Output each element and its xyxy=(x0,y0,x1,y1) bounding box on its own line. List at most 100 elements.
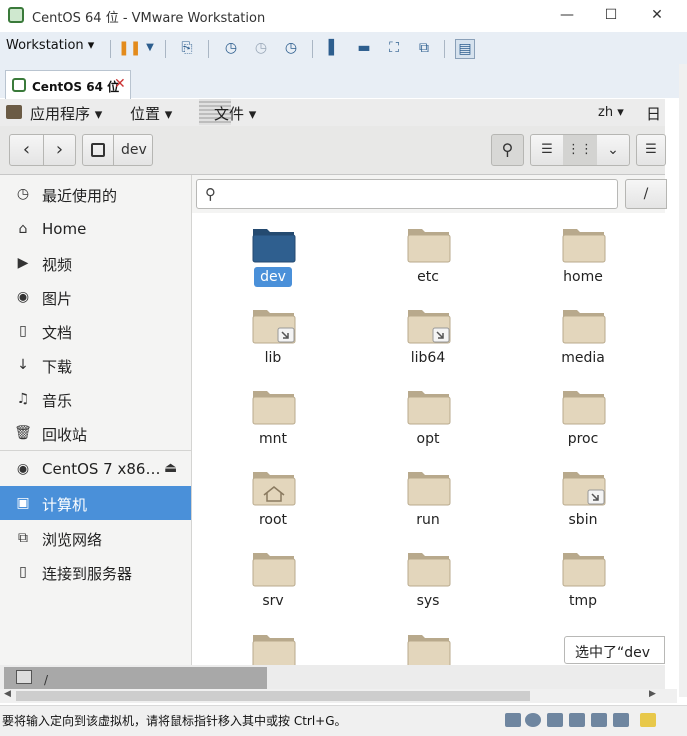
folder-icon xyxy=(252,553,296,587)
list-view-icon[interactable]: ☰ xyxy=(531,135,563,165)
window-icon xyxy=(16,670,32,684)
folder-item[interactable]: run xyxy=(393,466,463,546)
printer-icon[interactable] xyxy=(569,713,585,727)
pause-icon[interactable]: ❚❚ xyxy=(118,39,141,57)
folder-item[interactable]: mnt xyxy=(238,385,308,465)
scroll-left-icon[interactable]: ◀ xyxy=(4,689,11,699)
toolbar-divider xyxy=(444,40,445,58)
sidebar-item-downloads[interactable]: ↓ 下载 xyxy=(0,348,191,382)
trash-icon: 🗑 xyxy=(14,425,32,441)
thumbnail-view-icon[interactable]: ▤ xyxy=(455,39,475,59)
sidebar-item-label: 浏览网络 xyxy=(42,531,103,549)
folder-item[interactable]: tmp xyxy=(548,547,618,627)
taskbar-button[interactable]: / xyxy=(4,667,267,689)
eject-icon[interactable]: ⏏ xyxy=(164,460,177,476)
places-menu[interactable]: 位置 ▾ xyxy=(130,103,172,124)
workstation-menu[interactable]: Workstation ▾ xyxy=(6,38,94,53)
scroll-right-icon[interactable]: ▶ xyxy=(649,689,656,699)
folder-item[interactable]: sys xyxy=(393,547,463,627)
revert-snapshot-icon[interactable]: ◷ xyxy=(252,39,270,57)
console-view-icon[interactable]: ▬ xyxy=(355,39,373,57)
sidebar-item-trash[interactable]: 🗑 回收站 xyxy=(0,416,191,450)
folder-icon xyxy=(252,310,296,344)
sidebar-item-music[interactable]: ♫ 音乐 xyxy=(0,382,191,416)
folder-item[interactable]: home xyxy=(548,223,618,303)
video-icon: ▶ xyxy=(17,255,29,271)
maximize-button[interactable]: ☐ xyxy=(600,4,622,26)
sidebar-item-connect-server[interactable]: ▯ 连接到服务器 xyxy=(0,555,191,589)
grid-view-icon[interactable]: ⋮⋮ xyxy=(563,135,597,165)
location-pathbar[interactable]: dev xyxy=(82,134,153,166)
horizontal-scroll-thumb[interactable] xyxy=(16,691,530,701)
sidebar-item-network[interactable]: ⧉ 浏览网络 xyxy=(0,521,191,555)
folder-item[interactable]: proc xyxy=(548,385,618,465)
search-input[interactable]: ⚲ xyxy=(196,179,618,209)
folder-icon[interactable] xyxy=(407,629,451,665)
folder-item[interactable]: srv xyxy=(238,547,308,627)
message-icon[interactable] xyxy=(640,713,656,727)
close-window-button[interactable]: ✕ xyxy=(646,4,668,26)
input-method-menu[interactable]: zh ▾ xyxy=(598,105,624,120)
unity-icon[interactable]: ⧉ xyxy=(415,39,433,57)
sidebar-item-label: 下载 xyxy=(42,358,73,376)
close-tab-icon[interactable]: ✕ xyxy=(114,76,126,92)
folder-item[interactable]: opt xyxy=(393,385,463,465)
folder-icon xyxy=(562,391,606,425)
forward-button[interactable]: › xyxy=(44,135,75,165)
snapshot-icon[interactable]: ◷ xyxy=(222,39,240,57)
sidebar-item-label: 视频 xyxy=(42,256,73,274)
guest-bottom-panel: / xyxy=(0,665,665,689)
view-options-chevron-icon[interactable]: ⌄ xyxy=(597,135,629,165)
sidebar-item-centos-disc[interactable]: ◉ CentOS 7 x86… ⏏ xyxy=(0,452,191,486)
fullscreen-icon[interactable]: ⛶ xyxy=(385,39,403,57)
files-menu[interactable]: 文件 ▾ xyxy=(214,103,256,124)
sidebar-item-pictures[interactable]: ◉ 图片 xyxy=(0,280,191,314)
folder-item[interactable]: etc xyxy=(393,223,463,303)
folder-label: opt xyxy=(416,431,440,447)
sound-icon[interactable] xyxy=(591,713,607,727)
folder-item[interactable]: lib xyxy=(238,304,308,384)
places-sidebar: ◷ 最近使用的 ⌂ Home ▶ 视频 ◉ 图片 ▯ 文档 ↓ 下载 ♫ 音乐 … xyxy=(0,175,192,665)
back-button[interactable]: ‹ xyxy=(10,135,43,165)
display-icon[interactable] xyxy=(613,713,629,727)
sidebar-item-documents[interactable]: ▯ 文档 xyxy=(0,314,191,348)
folder-label: proc xyxy=(567,431,599,447)
sidebar-item-label: CentOS 7 x86… xyxy=(42,460,161,478)
sidebar-item-label: 计算机 xyxy=(42,496,88,514)
toolbar-divider xyxy=(208,40,209,58)
search-location-button[interactable]: / xyxy=(625,179,667,209)
vm-tab-label: CentOS 64 位 xyxy=(32,80,120,94)
folder-item[interactable]: dev xyxy=(238,223,308,303)
sidebar-item-home[interactable]: ⌂ Home xyxy=(0,212,191,246)
network-adapter-icon[interactable] xyxy=(547,713,563,727)
snapshot-manager-icon[interactable]: ◷ xyxy=(282,39,300,57)
clock-label[interactable]: 日 xyxy=(646,103,661,124)
app-menu-button[interactable]: ☰ xyxy=(636,134,666,166)
folder-item[interactable]: media xyxy=(548,304,618,384)
folder-item[interactable]: sbin xyxy=(548,466,618,546)
minimize-button[interactable]: — xyxy=(556,4,578,26)
folder-label: media xyxy=(561,350,605,366)
folder-icon[interactable] xyxy=(252,629,296,665)
folder-icon xyxy=(407,472,451,506)
sidebar-view-icon[interactable]: ▌ xyxy=(325,39,343,57)
folder-item[interactable]: lib64 xyxy=(393,304,463,384)
sidebar-item-computer[interactable]: ▣ 计算机 xyxy=(0,486,191,520)
applications-menu[interactable]: 应用程序 ▾ xyxy=(30,103,102,124)
search-button[interactable]: ⚲ xyxy=(491,134,524,166)
chevron-down-icon[interactable]: ▼ xyxy=(141,39,159,57)
folder-icon xyxy=(562,310,606,344)
hard-disk-icon[interactable] xyxy=(505,713,521,727)
sidebar-item-videos[interactable]: ▶ 视频 xyxy=(0,246,191,280)
vm-tab[interactable]: CentOS 64 位 ✕ xyxy=(5,70,131,99)
cd-icon[interactable] xyxy=(525,713,541,727)
folder-label: lib xyxy=(264,350,282,366)
server-icon: ▯ xyxy=(19,564,27,580)
sidebar-item-recent[interactable]: ◷ 最近使用的 xyxy=(0,177,191,211)
send-ctrl-alt-del-icon[interactable]: ⎘ xyxy=(178,39,196,57)
sidebar-item-label: 回收站 xyxy=(42,426,88,444)
folder-item[interactable]: root xyxy=(238,466,308,546)
folder-label: run xyxy=(416,512,440,528)
vm-vertical-scrollbar[interactable] xyxy=(679,64,687,697)
folder-icon xyxy=(407,310,451,344)
